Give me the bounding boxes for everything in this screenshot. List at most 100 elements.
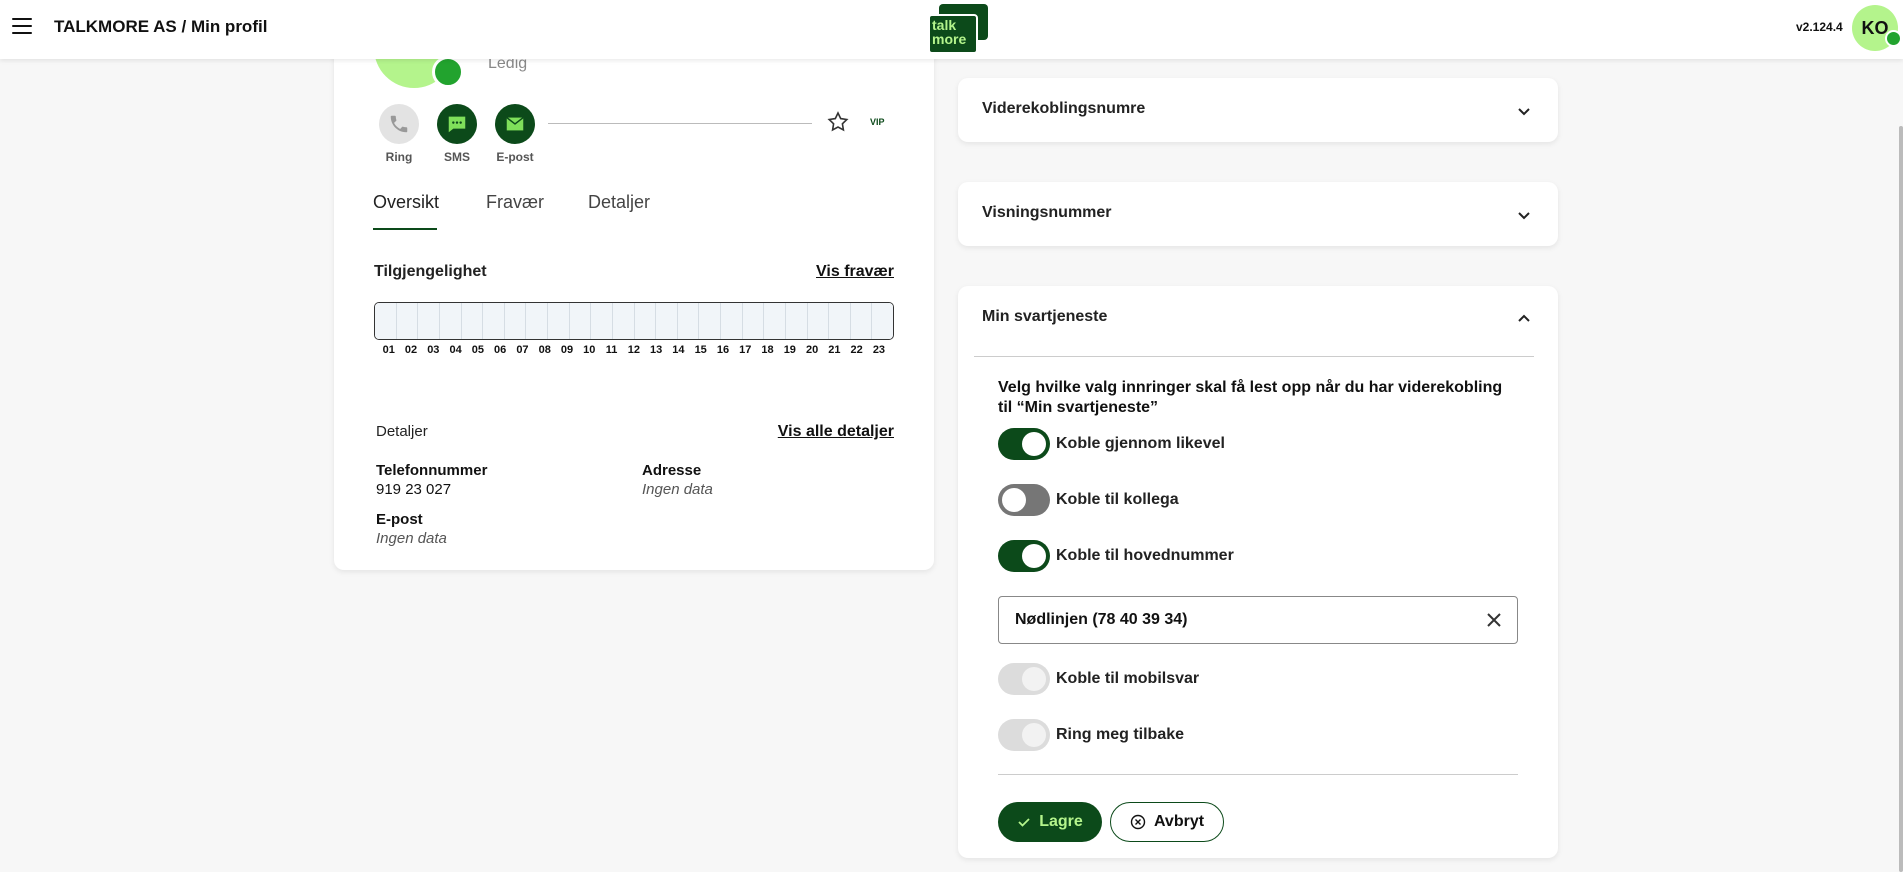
toggle-row[interactable]: Koble gjennom likevel: [998, 427, 1225, 461]
main-number-select[interactable]: Nødlinjen (78 40 39 34): [998, 596, 1518, 644]
toggle-row[interactable]: Koble til hovednummer: [998, 539, 1234, 573]
chevron-down-icon[interactable]: [1518, 104, 1530, 116]
email-action[interactable]: E-post: [485, 104, 545, 164]
mail-icon[interactable]: [495, 104, 535, 144]
profile-presence-dot: [432, 56, 464, 88]
tab-active-indicator: [373, 228, 437, 230]
toggle-connect-mobile-voicemail: [998, 663, 1050, 695]
divider-line: [548, 123, 812, 124]
hour-labels: 01 02 03 04 05 06 07 08 09 10 11 12 13 14 15 16 17 18 19 20…: [378, 344, 890, 356]
timeline-segment: [764, 303, 786, 339]
timeline-segment: [785, 303, 808, 339]
talkmore-logo[interactable]: talk more: [928, 4, 988, 54]
timeline-segment: [612, 303, 635, 339]
hamburger-menu-icon[interactable]: [12, 18, 32, 34]
hour-label: 04: [449, 344, 462, 356]
phone-value: 919 23 027: [376, 481, 452, 498]
accordion-header[interactable]: Visningsnummer: [958, 182, 1558, 246]
timeline-segment: [591, 303, 613, 339]
phone-label: Telefonnummer: [376, 462, 488, 479]
accordion-divider: [974, 356, 1534, 357]
accordion-voicemail: Min svartjeneste Velg hvilke valg innrin…: [958, 286, 1558, 858]
presence-dot: [1885, 30, 1902, 47]
toggle-row[interactable]: Koble til kollega: [998, 483, 1179, 517]
cancel-button[interactable]: Avbryt: [1110, 802, 1224, 842]
save-button[interactable]: Lagre: [998, 802, 1102, 842]
timeline-segment: [483, 303, 505, 339]
breadcrumb: TALKMORE AS / Min profil: [54, 17, 268, 36]
profile-card: Ledig Ring SMS E-post VIP Oversikt Fravæ…: [334, 0, 934, 570]
ring-action[interactable]: Ring: [369, 104, 429, 164]
timeline-segment: [439, 303, 462, 339]
star-icon[interactable]: [826, 110, 850, 134]
tab-fravaer[interactable]: Fravær: [486, 192, 544, 213]
hour-label: 10: [583, 344, 596, 356]
scrollbar[interactable]: [1899, 126, 1903, 872]
hour-label: 23: [872, 344, 886, 356]
hour-label: 17: [739, 344, 752, 356]
accordion-forwarding-numbers[interactable]: Viderekoblingsnumre: [958, 78, 1558, 142]
timeline-segment: [656, 303, 678, 339]
hour-label: 16: [716, 344, 730, 356]
timeline-segment: [677, 303, 700, 339]
hour-label: 03: [427, 344, 440, 356]
email-label: E-post: [376, 511, 423, 528]
timeline-segment: [569, 303, 592, 339]
vip-badge[interactable]: VIP: [870, 117, 885, 127]
hour-label: 12: [627, 344, 640, 356]
toggle-call-me-back: [998, 719, 1050, 751]
hour-label: 19: [783, 344, 796, 356]
accordion-header[interactable]: Viderekoblingsnumre: [958, 78, 1558, 142]
show-absence-link[interactable]: Vis fravær: [816, 263, 894, 281]
tab-detaljer[interactable]: Detaljer: [588, 192, 650, 213]
toggle-row: Koble til mobilsvar: [998, 662, 1199, 696]
timeline-segment: [418, 303, 440, 339]
timeline-segment: [461, 303, 484, 339]
hour-label: 20: [805, 344, 819, 356]
show-all-details-link[interactable]: Vis alle detaljer: [778, 423, 894, 441]
accordion-display-number[interactable]: Visningsnummer: [958, 182, 1558, 246]
email-value: Ingen data: [376, 530, 447, 547]
user-avatar[interactable]: KO: [1852, 5, 1902, 51]
availability-timeline: [374, 302, 894, 340]
toggle-connect-anyway[interactable]: [998, 428, 1050, 460]
chat-icon[interactable]: [437, 104, 477, 144]
hour-label: 18: [761, 344, 774, 356]
hour-label: 21: [828, 344, 841, 356]
timeline-segment: [872, 303, 893, 339]
hour-label: 15: [694, 344, 707, 356]
hour-label: 11: [605, 344, 618, 356]
address-label: Adresse: [642, 462, 702, 479]
form-divider: [998, 774, 1518, 775]
hour-label: 02: [404, 344, 418, 356]
phone-icon[interactable]: [379, 104, 419, 144]
close-icon[interactable]: [1485, 611, 1503, 629]
timeline-segment: [526, 303, 548, 339]
chevron-down-icon[interactable]: [1518, 208, 1530, 220]
hour-label: 22: [850, 344, 863, 356]
timeline-segment: [721, 303, 743, 339]
hour-label: 08: [538, 344, 551, 356]
hour-label: 14: [672, 344, 685, 356]
timeline-segment: [396, 303, 419, 339]
cancel-circle-icon: [1130, 814, 1146, 830]
accordion-header[interactable]: Min svartjeneste: [958, 286, 1558, 350]
hour-label: 06: [494, 344, 507, 356]
hour-label: 07: [516, 344, 529, 356]
hour-label: 05: [471, 344, 484, 356]
toggle-connect-colleague[interactable]: [998, 484, 1050, 516]
hour-label: 09: [560, 344, 574, 356]
hour-label: 13: [650, 344, 663, 356]
chevron-up-icon[interactable]: [1518, 312, 1530, 324]
sms-action[interactable]: SMS: [427, 104, 487, 164]
details-title: Detaljer: [376, 423, 428, 440]
timeline-segment: [829, 303, 851, 339]
top-bar: TALKMORE AS / Min profil talk more v2.124…: [0, 0, 1903, 59]
toggle-row: Ring meg tilbake: [998, 718, 1184, 752]
availability-title: Tilgjengelighet: [374, 263, 487, 280]
tab-oversikt[interactable]: Oversikt: [373, 192, 439, 213]
toggle-connect-main-number[interactable]: [998, 540, 1050, 572]
hour-label: 01: [382, 344, 395, 356]
timeline-segment: [634, 303, 657, 339]
timeline-segment: [807, 303, 830, 339]
